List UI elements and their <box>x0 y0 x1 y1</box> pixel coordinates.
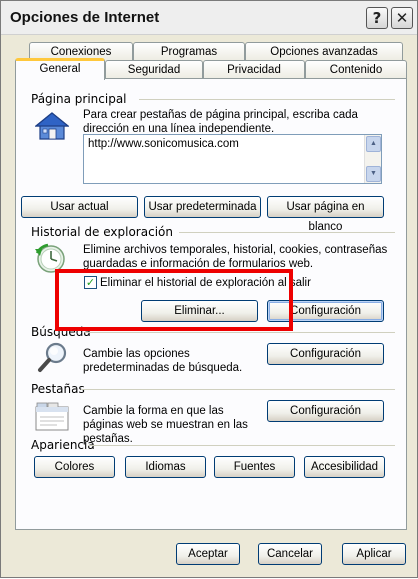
ok-button[interactable]: Aceptar <box>176 543 240 565</box>
delete-history-label: Eliminar... <box>174 305 225 317</box>
scroll-down-icon[interactable]: ▼ <box>366 166 381 182</box>
use-blank-label: Usar página en blanco <box>286 201 365 233</box>
fonts-label: Fuentes <box>233 461 276 473</box>
apply-label: Aplicar <box>356 548 392 560</box>
languages-label: Idiomas <box>145 461 186 473</box>
homepage-url-value: http://www.sonicomusica.com <box>88 138 239 150</box>
homepage-url-field[interactable]: http://www.sonicomusica.com ▲ ▼ <box>83 134 382 184</box>
homepage-group-label: Página principal <box>31 92 127 106</box>
search-description: Cambie las opciones predeterminadas de b… <box>83 348 243 374</box>
homepage-group-divider <box>139 99 395 100</box>
accessibility-button[interactable]: Accesibilidad <box>304 456 385 478</box>
homepage-url-scrollbar[interactable]: ▲ ▼ <box>364 135 381 183</box>
delete-history-button[interactable]: Eliminar... <box>141 300 258 322</box>
history-description: Elimine archivos temporales, historial, … <box>83 244 388 270</box>
tabs-description: Cambie la forma en que las páginas web s… <box>83 405 248 445</box>
fonts-button[interactable]: Fuentes <box>214 456 295 478</box>
colors-label: Colores <box>54 461 95 473</box>
use-current-label: Usar actual <box>50 201 109 213</box>
appearance-group-divider <box>88 445 395 446</box>
ok-label: Aceptar <box>188 548 228 560</box>
appearance-group-label: Apariencia <box>31 438 95 452</box>
delete-history-on-exit-checkbox[interactable]: ✓ <box>84 276 97 289</box>
search-settings-button[interactable]: Configuración <box>267 343 384 365</box>
homepage-description: Para crear pestañas de página principal,… <box>83 109 358 135</box>
colors-button[interactable]: Colores <box>34 456 115 478</box>
tabs-settings-label: Configuración <box>290 405 361 417</box>
tabs-settings-button[interactable]: Configuración <box>267 400 384 422</box>
history-settings-button[interactable]: Configuración <box>267 300 384 322</box>
delete-history-on-exit-label: Eliminar el historial de exploración al … <box>100 277 311 289</box>
magnifier-icon <box>37 341 69 376</box>
apply-button[interactable]: Aplicar <box>342 543 406 565</box>
internet-options-dialog: Opciones de Internet ? ✕ Conexiones Prog… <box>0 0 418 578</box>
cancel-button[interactable]: Cancelar <box>258 543 322 565</box>
general-content: Página principal Para crear pestañas de … <box>1 1 418 579</box>
use-default-label: Usar predeterminada <box>148 201 257 213</box>
tabs-group-divider <box>81 389 395 390</box>
house-icon <box>34 111 70 144</box>
languages-button[interactable]: Idiomas <box>125 456 206 478</box>
history-clock-icon <box>34 243 70 278</box>
history-group-label: Historial de exploración <box>31 225 173 239</box>
tabs-group-label: Pestañas <box>31 382 85 396</box>
history-settings-label: Configuración <box>290 305 361 317</box>
scroll-up-icon[interactable]: ▲ <box>366 136 381 152</box>
search-group-divider <box>85 332 395 333</box>
use-current-button[interactable]: Usar actual <box>21 196 138 218</box>
search-group-label: Búsqueda <box>31 325 91 339</box>
cancel-label: Cancelar <box>266 548 314 560</box>
accessibility-label: Accesibilidad <box>310 461 379 473</box>
use-default-button[interactable]: Usar predeterminada <box>144 196 261 218</box>
history-group-divider <box>179 232 395 233</box>
tabbed-window-icon <box>35 401 69 434</box>
search-settings-label: Configuración <box>290 348 361 360</box>
use-blank-button[interactable]: Usar página en blanco <box>267 196 384 233</box>
